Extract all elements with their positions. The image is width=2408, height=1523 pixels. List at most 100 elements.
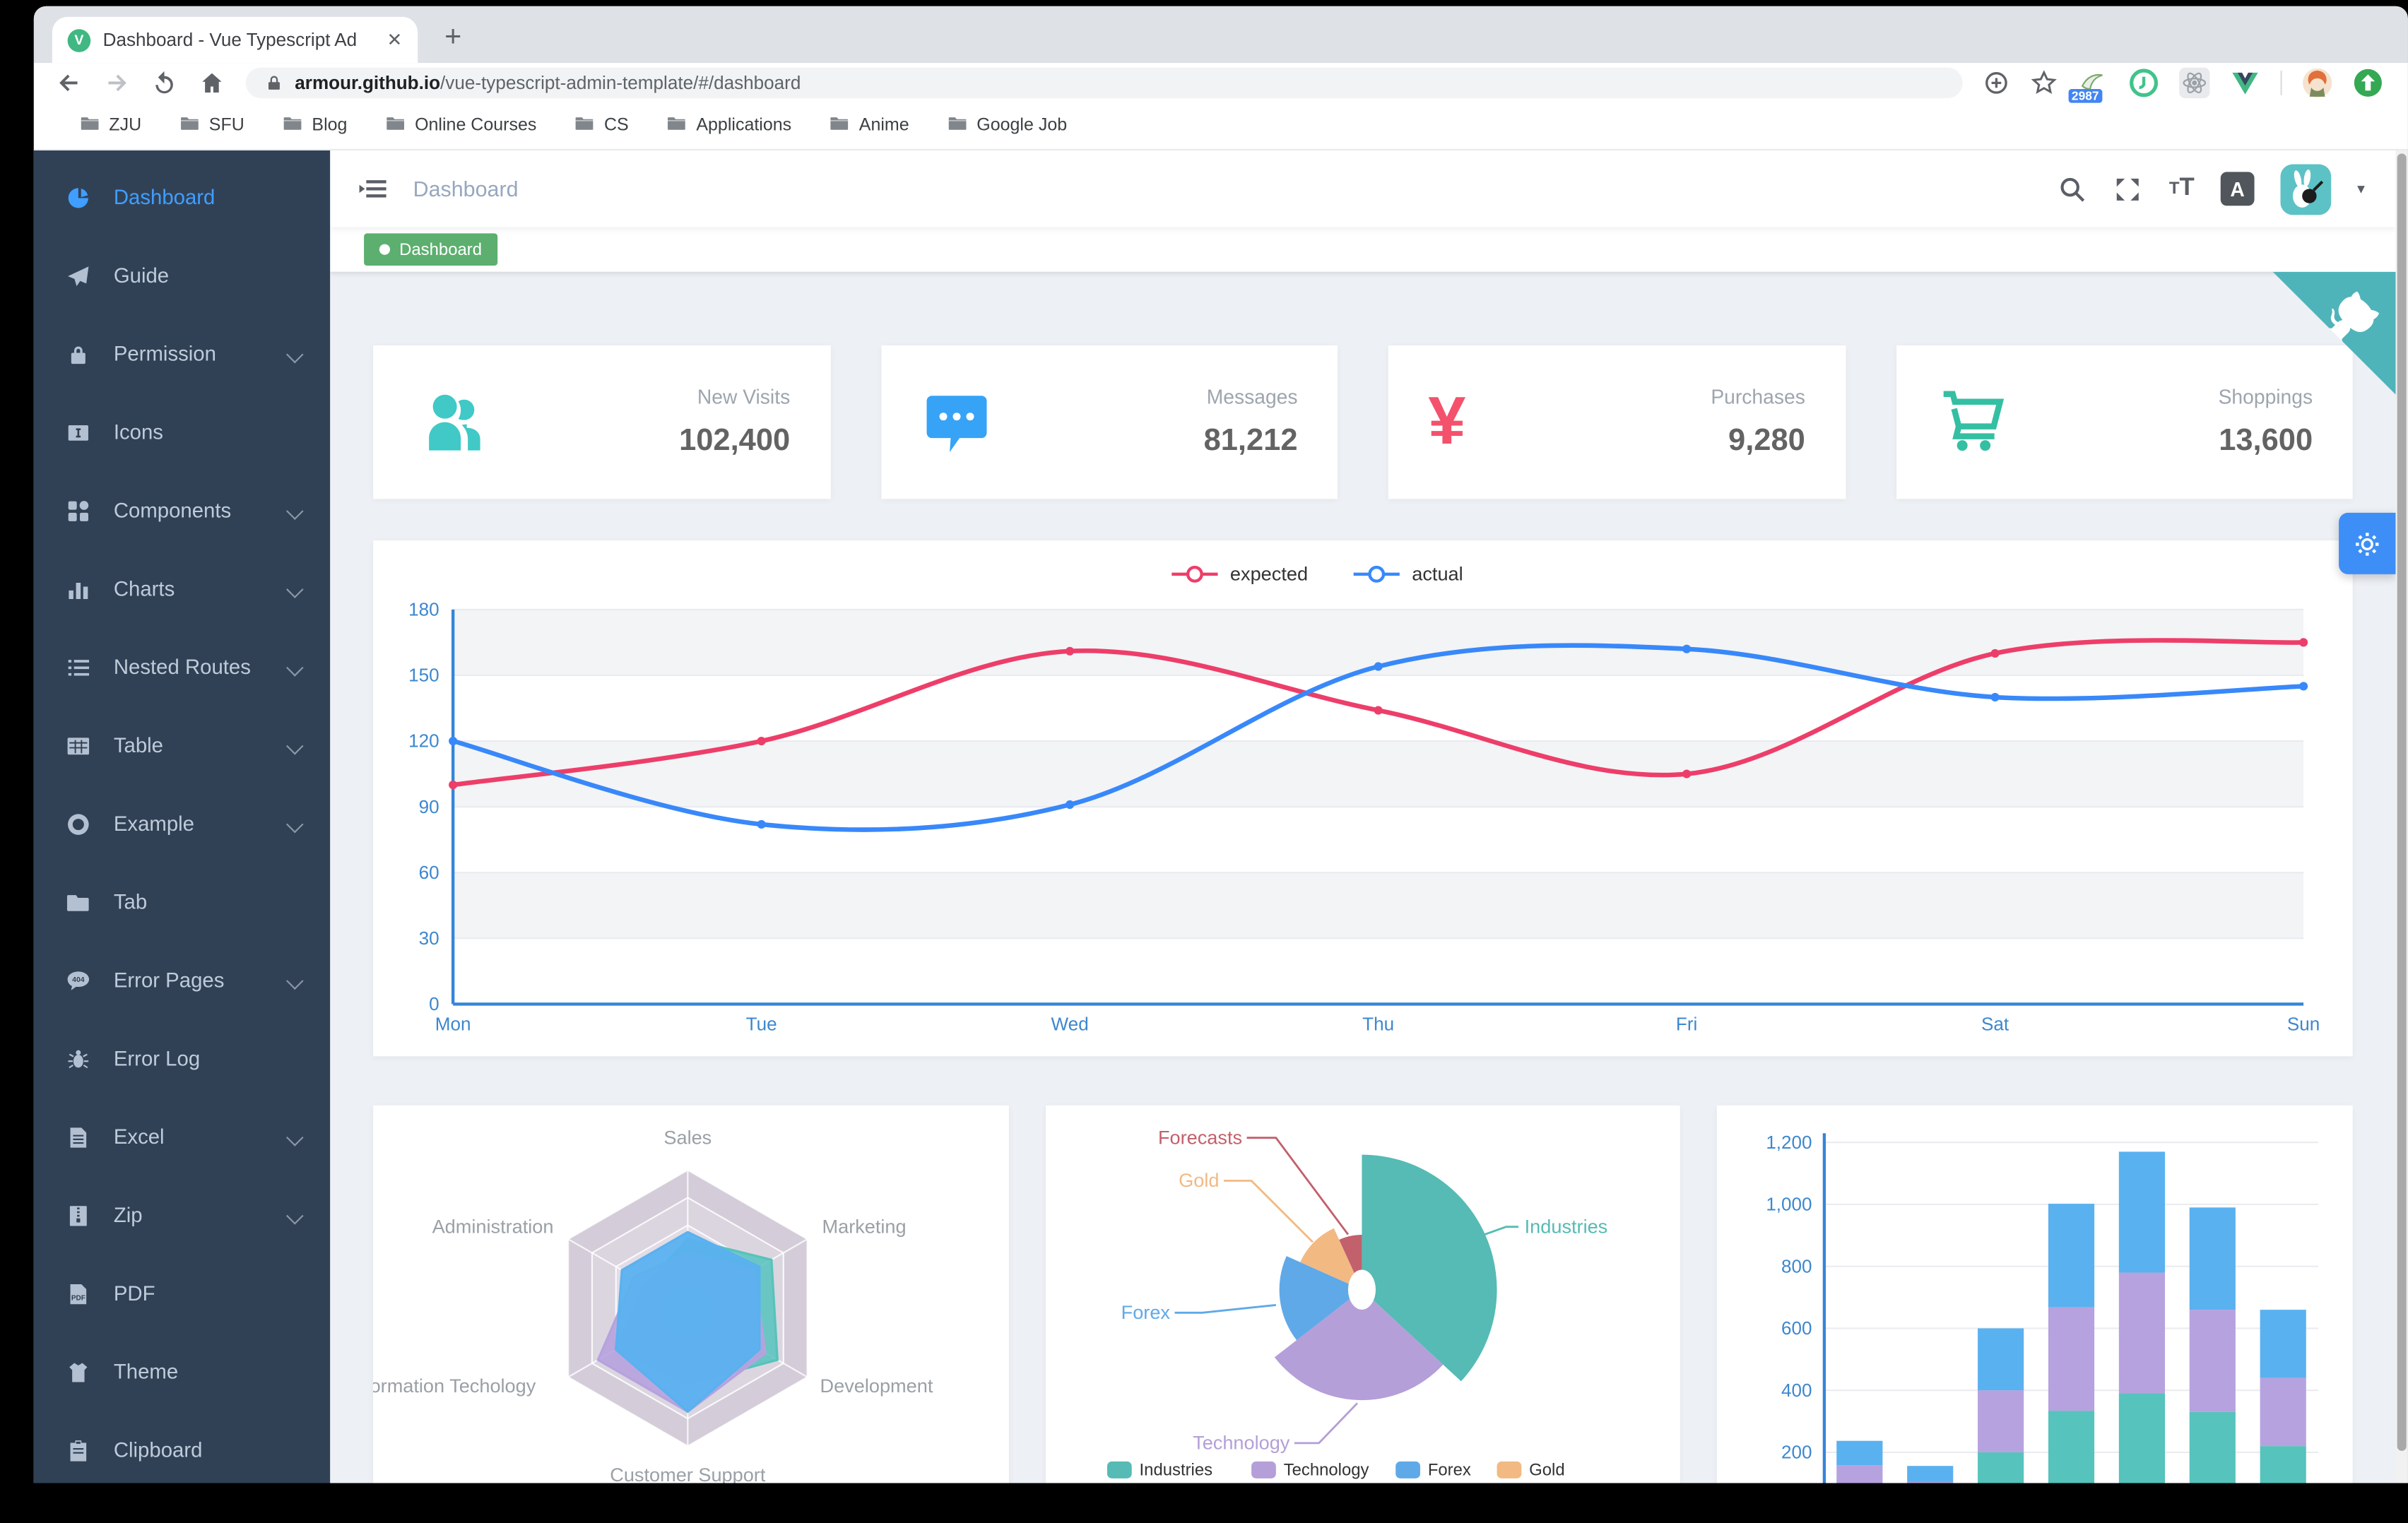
sidebar-item-example[interactable]: Example: [34, 785, 330, 863]
user-avatar[interactable]: [2280, 163, 2332, 215]
sidebar-item-nested-routes[interactable]: Nested Routes: [34, 628, 330, 706]
hamburger-icon[interactable]: [358, 174, 388, 204]
svg-text:Marketing: Marketing: [822, 1215, 907, 1237]
chevron-down-icon: [285, 1207, 304, 1225]
sidebar-item-label: Excel: [113, 1125, 165, 1149]
zip-icon: [69, 1205, 87, 1226]
sidebar-item-dashboard[interactable]: Dashboard: [34, 158, 330, 237]
svg-text:Gold: Gold: [1528, 1460, 1564, 1479]
svg-text:200: 200: [1782, 1442, 1812, 1463]
sidebar-item-label: Table: [113, 733, 163, 757]
sidebar-item-theme[interactable]: Theme: [34, 1333, 330, 1411]
bookmark-zju[interactable]: ZJU: [80, 113, 141, 138]
table-icon: [67, 737, 90, 754]
stat-card-new-visits[interactable]: New Visits 102,400: [373, 345, 830, 499]
chevron-down-icon: [285, 502, 304, 521]
tab-title: Dashboard - Vue Typescript Ad: [102, 29, 358, 51]
text-size-icon[interactable]: TT: [2169, 175, 2195, 203]
sidebar-item-pdf[interactable]: PDF PDF: [34, 1255, 330, 1333]
translate-icon[interactable]: A: [2220, 172, 2255, 206]
url-bar[interactable]: armour.github.io/vue-typescript-admin-te…: [245, 66, 1963, 98]
svg-text:1,200: 1,200: [1766, 1132, 1812, 1153]
active-dot-icon: [379, 244, 391, 255]
sidebar-item-label: Guide: [113, 263, 170, 288]
bookmark-blog[interactable]: Blog: [283, 113, 347, 138]
github-corner[interactable]: [2272, 271, 2396, 395]
sidebar-item-table[interactable]: Table: [34, 706, 330, 785]
bookmark-applications[interactable]: Applications: [667, 113, 791, 138]
browser-tab[interactable]: V Dashboard - Vue Typescript Ad ✕: [52, 16, 418, 64]
bar-chart[interactable]: 200 400 600 800 1,000 1,200: [1718, 1106, 2353, 1483]
app-navbar: Dashboard TT A ▾: [330, 150, 2396, 227]
browser-update-icon[interactable]: [2353, 67, 2383, 97]
new-tab-button[interactable]: +: [433, 18, 473, 59]
forward-icon[interactable]: [103, 69, 131, 96]
sidebar-item-label: Theme: [113, 1360, 179, 1384]
svg-text:120: 120: [408, 730, 439, 752]
stat-card-messages[interactable]: Messages 81,212: [880, 345, 1338, 499]
svg-text:60: 60: [419, 862, 439, 883]
browser-window: V Dashboard - Vue Typescript Ad ✕ + armo…: [33, 6, 2408, 1483]
sidebar-item-icons[interactable]: Icons: [34, 393, 330, 471]
bookmark-sfu[interactable]: SFU: [179, 113, 244, 138]
extension-vue-icon[interactable]: [2230, 67, 2260, 97]
sidebar-item-label: Tab: [113, 890, 148, 914]
home-icon[interactable]: [198, 69, 225, 96]
svg-text:Development: Development: [820, 1375, 933, 1397]
search-icon[interactable]: [2058, 174, 2087, 203]
bar-chart-card: 200 400 600 800 1,000 1,200: [1717, 1105, 2353, 1483]
shopping-cart-icon: [1942, 391, 2004, 451]
screen: V Dashboard - Vue Typescript Ad ✕ + armo…: [0, 0, 2408, 1523]
close-tab-icon[interactable]: ✕: [387, 29, 403, 50]
bookmark-cs[interactable]: CS: [575, 113, 629, 138]
page-scrollbar[interactable]: [2395, 150, 2408, 1483]
folder-icon: [386, 113, 406, 138]
svg-text:30: 30: [419, 928, 439, 949]
tab-strip: V Dashboard - Vue Typescript Ad ✕ +: [33, 6, 2408, 64]
bookmark-star-icon[interactable]: [2030, 69, 2058, 96]
line-chart[interactable]: 0 30 60 90 120 150 180 Mon Tue Wed Thu Fri Sat Sun exp…: [373, 540, 2353, 1056]
fullscreen-icon[interactable]: [2114, 174, 2143, 203]
icons-icon: [68, 424, 88, 440]
zoom-plus-icon[interactable]: [1983, 69, 2010, 96]
sidebar-item-label: Nested Routes: [113, 656, 251, 679]
reload-icon[interactable]: [150, 69, 178, 96]
sidebar-item-tab[interactable]: Tab: [34, 863, 330, 941]
back-icon[interactable]: [55, 69, 83, 96]
tag-dashboard[interactable]: Dashboard: [364, 233, 497, 266]
chevron-down-icon[interactable]: ▾: [2357, 180, 2365, 197]
stat-value: 102,400: [679, 423, 791, 458]
sidebar-item-permission[interactable]: Permission: [34, 315, 330, 393]
sidebar-item-clipboard[interactable]: Clipboard: [34, 1411, 330, 1483]
bookmark-anime[interactable]: Anime: [830, 113, 909, 138]
sidebar-item-components[interactable]: Components: [34, 471, 330, 550]
svg-text:Forex: Forex: [1121, 1301, 1170, 1323]
scrollbar-thumb[interactable]: [2397, 153, 2407, 1451]
sidebar-item-error-log[interactable]: Error Log: [34, 1019, 330, 1098]
stat-card-purchases[interactable]: ¥ Purchases 9,280: [1388, 345, 1846, 499]
sidebar-item-error-pages[interactable]: 404 Error Pages: [34, 941, 330, 1019]
sidebar-item-guide[interactable]: Guide: [34, 237, 330, 315]
app-main: Dashboard TT A ▾ Dashboard New Visits 10…: [330, 150, 2396, 1483]
settings-button[interactable]: [2339, 512, 2396, 574]
extension-onetab-icon[interactable]: 2987: [2068, 67, 2108, 102]
extension-react-icon[interactable]: [2179, 66, 2210, 98]
svg-text:Customer Support: Customer Support: [610, 1464, 766, 1483]
radar-chart[interactable]: Sales Marketing Development Customer Suppor…: [373, 1106, 1008, 1483]
svg-text:Thu: Thu: [1362, 1013, 1394, 1034]
folder-icon: [667, 113, 687, 138]
profile-avatar[interactable]: [2302, 67, 2332, 97]
dashboard-content: New Visits 102,400 Messages 81,212 ¥ Purchase…: [330, 271, 2396, 1483]
sidebar-item-zip[interactable]: Zip: [34, 1176, 330, 1255]
sidebar-item-excel[interactable]: Excel: [34, 1098, 330, 1176]
extension-green-circle-icon[interactable]: [2128, 67, 2159, 97]
guide-icon: [68, 266, 89, 286]
folder-icon: [830, 113, 849, 138]
stat-label: New Visits: [697, 385, 791, 409]
web-page: Dashboard Guide Permission Icons Components C…: [33, 150, 2408, 1483]
svg-text:90: 90: [419, 796, 439, 817]
sidebar-item-charts[interactable]: Charts: [34, 550, 330, 628]
bookmark-online-courses[interactable]: Online Courses: [386, 113, 536, 138]
bookmark-google-job[interactable]: Google Job: [948, 113, 1067, 138]
pie-chart[interactable]: Industries Technology Forex Gold Forecasts In…: [1045, 1106, 1680, 1483]
